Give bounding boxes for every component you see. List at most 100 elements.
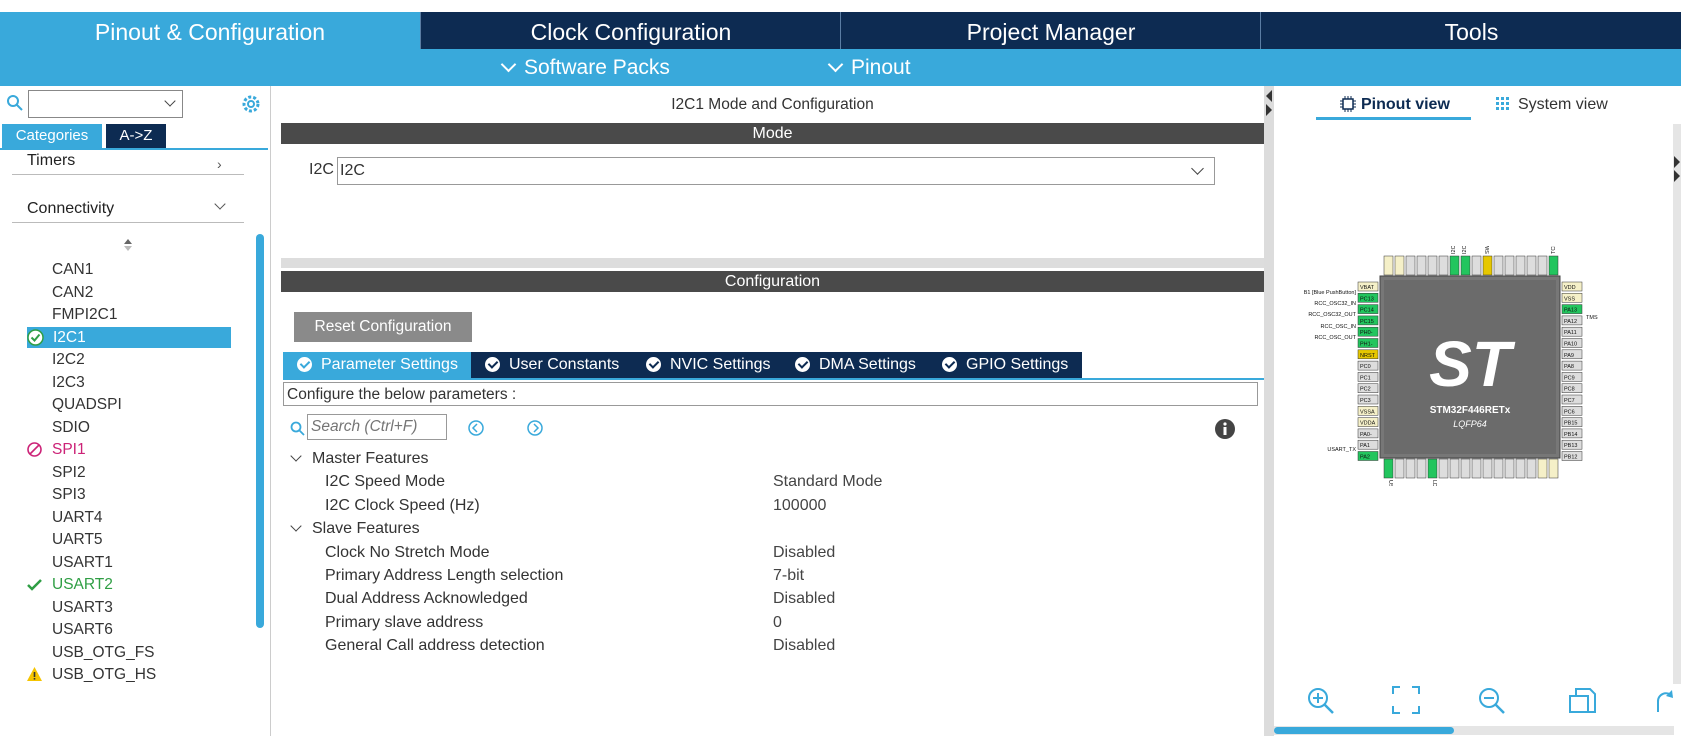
param-name: Dual Address Acknowledged: [325, 590, 528, 608]
tab-system-view[interactable]: System view: [1496, 94, 1608, 116]
peripheral-item-usart6[interactable]: USART6: [52, 619, 113, 640]
pin-label: VBAT: [1360, 285, 1375, 291]
peripheral-item-usart2[interactable]: USART2: [27, 574, 113, 595]
pinout-menu[interactable]: Pinout: [827, 49, 911, 86]
tab-gpio-settings[interactable]: GPIO Settings: [928, 352, 1083, 378]
peripheral-item-can1[interactable]: CAN1: [52, 259, 93, 280]
tab-clock-configuration[interactable]: Clock Configuration: [420, 12, 841, 49]
peripheral-item-sdio[interactable]: SDIO: [52, 417, 90, 438]
left-scrollbar[interactable]: [256, 234, 264, 628]
gear-icon[interactable]: [240, 93, 262, 115]
peripheral-item-i2c2[interactable]: I2C2: [52, 349, 85, 370]
category-connectivity[interactable]: Connectivity: [27, 200, 114, 218]
configure-hint: Configure the below parameters :: [283, 382, 1258, 406]
tab-nvic-settings[interactable]: NVIC Settings: [632, 352, 785, 378]
reset-configuration-button[interactable]: Reset Configuration: [294, 312, 472, 342]
chip-package: LQFP64: [1453, 419, 1487, 429]
tab-underline: [1316, 117, 1471, 120]
peripheral-label: CAN2: [52, 283, 94, 301]
pin-signal-label: B1 [Blue PushButton]: [1304, 290, 1357, 296]
peripheral-label: USART2: [52, 576, 113, 593]
peripheral-item-spi2[interactable]: SPI2: [52, 462, 86, 483]
scrollbar-thumb[interactable]: [1274, 727, 1454, 734]
peripheral-label: QUADSPI: [52, 396, 122, 413]
peripheral-label: I2C3: [52, 373, 85, 391]
info-icon[interactable]: [1214, 418, 1236, 440]
pin-label: PH1-: [1360, 342, 1373, 348]
tab-a-z[interactable]: A->Z: [106, 124, 166, 148]
param-name: I2C Clock Speed (Hz): [325, 496, 480, 514]
export-icon[interactable]: [1568, 686, 1598, 716]
pin-label: PC8: [1564, 387, 1575, 393]
previous-result-icon[interactable]: [467, 419, 485, 437]
next-result-icon[interactable]: [526, 419, 544, 437]
pin-label: PC6: [1564, 409, 1575, 415]
pin-signal-label: RCC_OSC32_OUT: [1308, 312, 1356, 318]
chevron-down-icon: [827, 56, 844, 73]
tab-user-constants[interactable]: User Constants: [471, 352, 634, 378]
chevron-down-icon: [290, 450, 302, 462]
category-timers[interactable]: Timers: [27, 152, 75, 170]
peripheral-label: USART1: [52, 553, 113, 571]
peripheral-item-fmpi2c1[interactable]: FMPI2C1: [52, 304, 117, 325]
tab-project-manager[interactable]: Project Manager: [840, 12, 1261, 49]
peripheral-item-uart5[interactable]: UART5: [52, 529, 103, 550]
peripheral-item-i2c3[interactable]: I2C3: [52, 372, 85, 393]
panel-title: I2C1 Mode and Configuration: [671, 96, 874, 113]
pin-label: PC0: [1360, 364, 1371, 370]
param-value[interactable]: Disabled: [773, 635, 835, 657]
peripheral-label: USART3: [52, 598, 113, 616]
collapse-arrows-icon[interactable]: [1265, 88, 1273, 118]
peripheral-item-uart4[interactable]: UART4: [52, 507, 103, 528]
peripheral-item-usart1[interactable]: USART1: [52, 552, 113, 573]
param-name: Primary Address Length selection: [325, 567, 564, 584]
collapse-arrows-icon[interactable]: [1673, 154, 1681, 184]
rotate-icon[interactable]: [1654, 686, 1674, 716]
pin-top: [1471, 255, 1482, 276]
list-grid-icon: [1496, 97, 1509, 110]
mode-select[interactable]: I2C: [337, 157, 1215, 185]
peripheral-item-usb_otg_hs[interactable]: USB_OTG_HS: [27, 664, 156, 685]
peripheral-item-usart3[interactable]: USART3: [52, 597, 113, 618]
search-icon[interactable]: [6, 94, 24, 112]
software-packs-menu[interactable]: Software Packs: [500, 49, 670, 86]
param-value[interactable]: 100000: [773, 495, 826, 517]
peripheral-item-i2c1[interactable]: I2C1: [27, 326, 231, 348]
right-splitter[interactable]: [1264, 86, 1274, 736]
tab-parameter-settings[interactable]: Parameter Settings: [283, 352, 472, 378]
tab-tools[interactable]: Tools: [1260, 12, 1681, 49]
pin-signal-label: USART_TX: [1327, 447, 1356, 453]
param-group-header[interactable]: Slave Features: [290, 518, 420, 540]
right-horizontal-scrollbar[interactable]: [1274, 726, 1674, 735]
tab-categories[interactable]: Categories: [2, 124, 102, 148]
peripheral-item-can2[interactable]: CAN2: [52, 282, 93, 303]
mcu-pinout-diagram[interactable]: ST STM32F446RETx LQFP64 VBAT PC13 PC14 PC15 PH0…: [1274, 246, 1674, 486]
peripheral-label: SPI1: [52, 441, 86, 458]
pin-top: [1427, 255, 1438, 276]
param-value[interactable]: 0: [773, 612, 782, 634]
peripheral-item-quadspi[interactable]: QUADSPI: [52, 394, 122, 415]
zoom-out-icon[interactable]: [1477, 686, 1507, 716]
zoom-in-icon[interactable]: [1306, 686, 1336, 716]
right-vertical-scrollbar[interactable]: [1673, 124, 1681, 684]
peripheral-item-spi3[interactable]: SPI3: [52, 484, 86, 505]
param-value[interactable]: Standard Mode: [773, 471, 882, 493]
param-group-header[interactable]: Master Features: [290, 448, 428, 470]
pin-top: [1394, 255, 1405, 276]
tab-dma-settings[interactable]: DMA Settings: [781, 352, 930, 378]
peripheral-label: SPI2: [52, 463, 86, 481]
tab-pinout-view[interactable]: Pinout view: [1340, 94, 1450, 116]
parameter-search-input[interactable]: [307, 414, 447, 440]
param-value[interactable]: 7-bit: [773, 565, 804, 587]
peripheral-item-spi1[interactable]: SPI1: [27, 439, 86, 460]
splitter[interactable]: [281, 258, 1264, 268]
peripheral-label: UART5: [52, 531, 103, 548]
sub-menu-bar: Software Packs Pinout: [0, 49, 1681, 86]
category-search-combo[interactable]: [28, 90, 183, 118]
param-value[interactable]: Disabled: [773, 588, 835, 610]
tab-pinout-configuration[interactable]: Pinout & Configuration: [0, 12, 420, 49]
peripheral-item-usb_otg_fs[interactable]: USB_OTG_FS: [52, 642, 155, 663]
fit-screen-icon[interactable]: [1392, 686, 1420, 714]
param-value[interactable]: Disabled: [773, 542, 835, 564]
sort-icon[interactable]: [123, 238, 133, 252]
